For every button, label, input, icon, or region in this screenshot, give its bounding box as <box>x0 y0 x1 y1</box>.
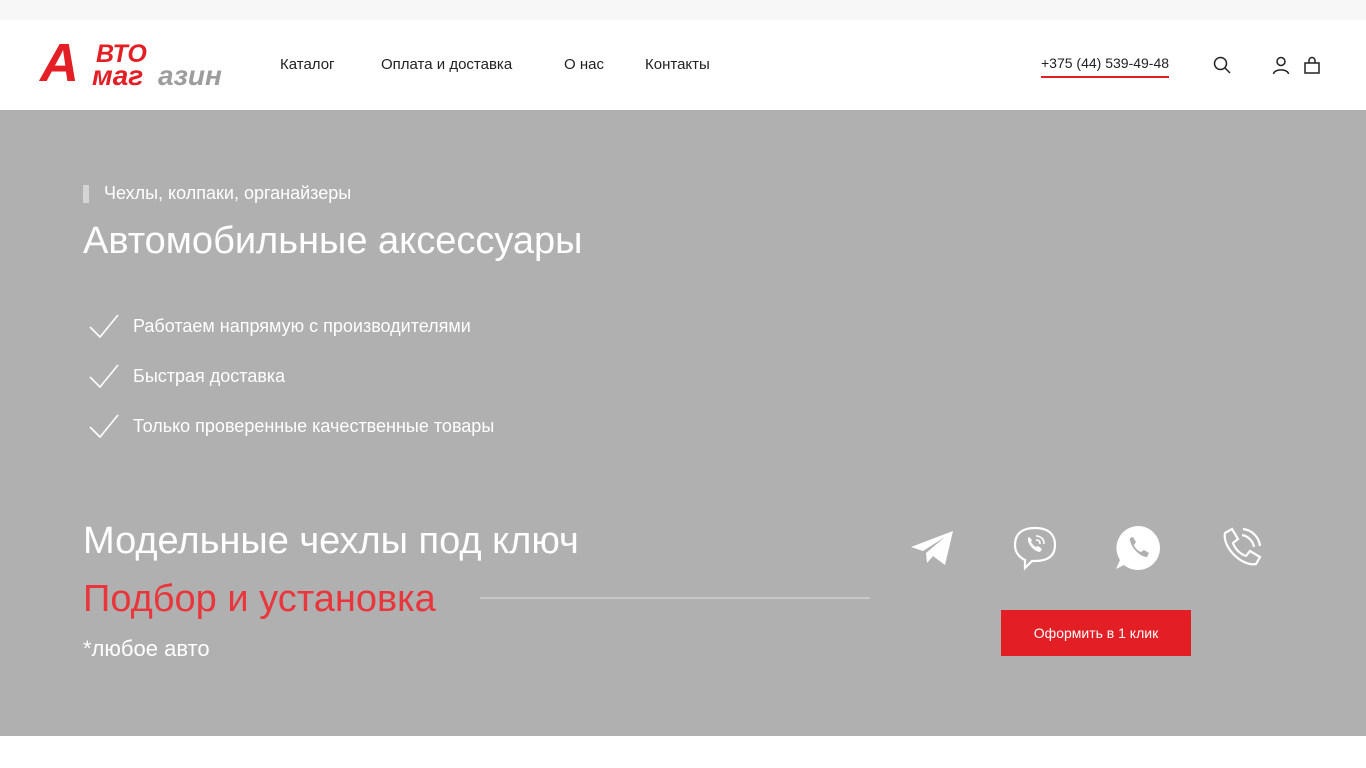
feature-text: Быстрая доставка <box>133 366 286 386</box>
check-icon <box>89 414 119 439</box>
nav-about[interactable]: О нас <box>564 56 604 73</box>
user-icon[interactable] <box>1270 54 1292 76</box>
feature-text: Работаем напрямую с производителями <box>133 316 471 336</box>
site-header: А ВТО маг азин Каталог Оплата и доставка… <box>0 20 1366 110</box>
eyebrow-marker <box>83 185 89 203</box>
feature-text: Только проверенные качественные товары <box>133 416 495 436</box>
whatsapp-icon[interactable] <box>1113 523 1163 573</box>
nav-catalog[interactable]: Каталог <box>280 56 335 73</box>
search-icon[interactable] <box>1211 54 1233 76</box>
phone-call-icon[interactable] <box>1216 523 1266 573</box>
top-strip <box>0 0 1366 20</box>
promo-title: Модельные чехлы под ключ <box>83 520 579 562</box>
check-icon <box>89 314 119 339</box>
nav-contacts[interactable]: Контакты <box>645 56 710 73</box>
viber-icon[interactable] <box>1010 523 1060 573</box>
promo-subtitle: Подбор и установка <box>83 578 436 620</box>
promo-note: *любое авто <box>83 636 210 661</box>
telegram-icon[interactable] <box>907 523 957 573</box>
nav-payment-delivery[interactable]: Оплата и доставка <box>381 56 512 73</box>
one-click-order-button[interactable]: Оформить в 1 клик <box>1001 610 1191 656</box>
hero-eyebrow: Чехлы, колпаки, органайзеры <box>104 183 352 203</box>
logo-letter: А <box>40 33 79 93</box>
logo-mid-gray: азин <box>158 60 222 91</box>
header-phone[interactable]: +375 (44) 539-49-48 <box>1041 55 1170 78</box>
promo-divider <box>480 597 870 599</box>
hero-title: Автомобильные аксессуары <box>83 220 583 262</box>
bag-icon[interactable] <box>1301 54 1323 76</box>
logo-mid-red: маг <box>92 60 144 91</box>
check-icon <box>89 364 119 389</box>
hero-section: Чехлы, колпаки, органайзеры Автомобильны… <box>0 110 1366 736</box>
site-logo[interactable]: А ВТО маг азин <box>40 36 245 92</box>
